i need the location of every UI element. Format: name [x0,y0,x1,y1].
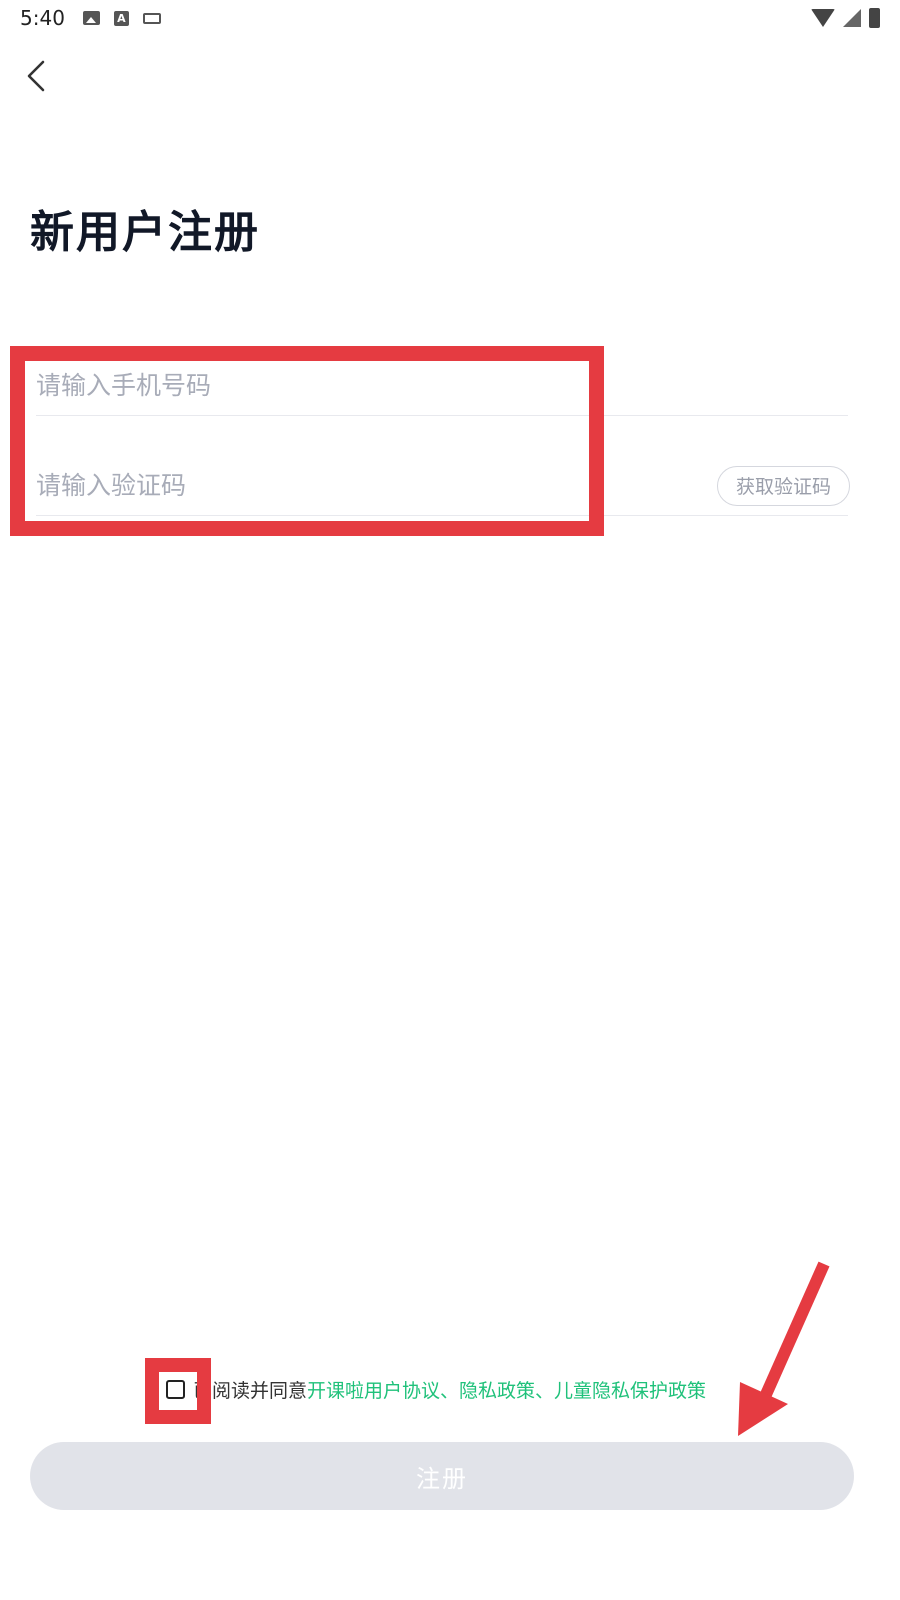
register-page: 5:40 A 新用户注册 获取验证码 已阅读并同意 开课啦用户协议、隐 [0,0,900,1600]
agreement-links: 开课啦用户协议、隐私政策、儿童隐私保护政策 [307,1376,706,1403]
a-notification-icon: A [113,10,129,26]
status-bar: 5:40 A [0,0,900,36]
verification-code-input[interactable] [36,471,717,500]
chevron-left-icon [27,60,45,92]
phone-input[interactable] [36,371,848,400]
agreement-row: 已阅读并同意 开课啦用户协议、隐私政策、儿童隐私保护政策 [166,1376,706,1403]
photo-icon [82,11,100,25]
agreement-link[interactable]: 开课啦用户协议、隐私政策、儿童隐私保护政策 [307,1380,706,1402]
back-button[interactable] [16,56,56,96]
page-title: 新用户注册 [30,207,260,258]
battery-icon [869,8,880,28]
arrow-icon [738,1261,830,1436]
get-code-button[interactable]: 获取验证码 [716,465,850,506]
code-field-row: 获取验证码 [36,456,850,516]
wifi-icon [811,9,835,27]
phone-field-row [36,356,848,416]
agreement-checkbox[interactable] [166,1380,185,1399]
status-time: 5:40 [20,6,65,30]
signal-icon [843,9,861,27]
register-button[interactable]: 注册 [30,1442,854,1510]
status-icons-left: A [82,10,161,26]
agreement-prefix: 已阅读并同意 [193,1380,308,1402]
keyboard-icon [142,12,161,24]
status-icons-right [811,8,880,28]
